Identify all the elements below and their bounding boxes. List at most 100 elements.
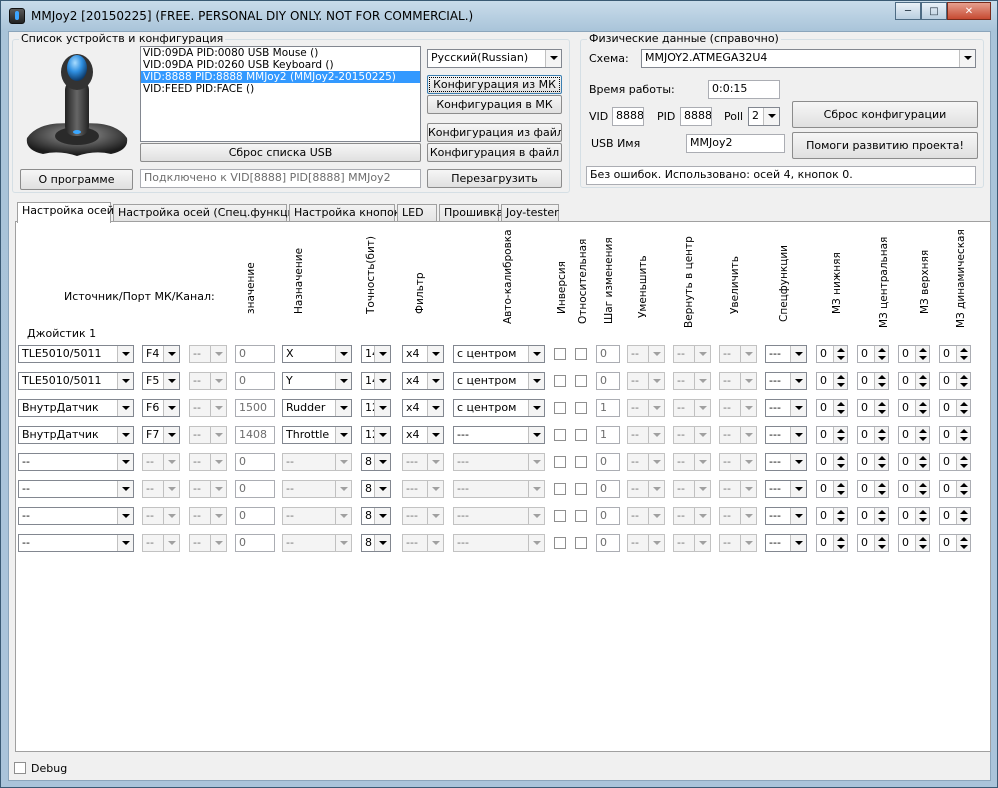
invert-checkbox[interactable] bbox=[554, 456, 566, 468]
dz-high-spinner[interactable]: 0 bbox=[898, 534, 930, 552]
filter-select[interactable]: --- bbox=[402, 453, 444, 471]
assign-select[interactable]: Y bbox=[282, 372, 352, 390]
decrease-select[interactable]: -- bbox=[627, 453, 665, 471]
close-button[interactable]: ✕ bbox=[947, 2, 991, 20]
autocal-select[interactable]: --- bbox=[453, 480, 545, 498]
reboot-button[interactable]: Перезагрузить bbox=[427, 169, 562, 188]
port-select[interactable]: -- bbox=[142, 534, 180, 552]
center-select[interactable]: -- bbox=[673, 399, 711, 417]
assign-select[interactable]: -- bbox=[282, 507, 352, 525]
source-select[interactable]: ВнутрДатчик bbox=[18, 426, 134, 444]
dz-dynamic-spinner[interactable]: 0 bbox=[939, 534, 971, 552]
filter-select[interactable]: x4 bbox=[402, 399, 444, 417]
precision-select[interactable]: 8 bbox=[361, 534, 391, 552]
device-list-item[interactable]: VID:09DA PID:0260 USB Keyboard () bbox=[141, 59, 420, 71]
invert-checkbox[interactable] bbox=[554, 402, 566, 414]
decrease-select[interactable]: -- bbox=[627, 507, 665, 525]
dz-high-spinner[interactable]: 0 bbox=[898, 345, 930, 363]
minimize-button[interactable]: ─ bbox=[895, 2, 921, 20]
assign-select[interactable]: Rudder bbox=[282, 399, 352, 417]
relative-checkbox[interactable] bbox=[575, 348, 587, 360]
center-select[interactable]: -- bbox=[673, 345, 711, 363]
dz-low-spinner[interactable]: 0 bbox=[816, 480, 848, 498]
poll-select[interactable]: 2 bbox=[748, 107, 780, 126]
source-select[interactable]: TLE5010/5011 bbox=[18, 345, 134, 363]
value-field[interactable]: 0 bbox=[235, 372, 275, 390]
dz-high-spinner[interactable]: 0 bbox=[898, 372, 930, 390]
tab-axes-special[interactable]: Настройка осей (Спец.функции) bbox=[113, 204, 306, 222]
precision-select[interactable]: 8 bbox=[361, 507, 391, 525]
tab-buttons[interactable]: Настройка кнопок bbox=[289, 204, 400, 222]
precision-select[interactable]: 12 bbox=[361, 426, 391, 444]
increase-select[interactable]: -- bbox=[719, 372, 757, 390]
schema-select[interactable]: MMJOY2.ATMEGA32U4 bbox=[641, 49, 976, 68]
assign-select[interactable]: -- bbox=[282, 534, 352, 552]
autocal-select[interactable]: с центром bbox=[453, 372, 545, 390]
relative-checkbox[interactable] bbox=[575, 537, 587, 549]
decrease-select[interactable]: -- bbox=[627, 534, 665, 552]
assign-select[interactable]: -- bbox=[282, 453, 352, 471]
increase-select[interactable]: -- bbox=[719, 507, 757, 525]
dz-center-spinner[interactable]: 0 bbox=[857, 426, 889, 444]
dz-high-spinner[interactable]: 0 bbox=[898, 453, 930, 471]
step-field[interactable]: 0 bbox=[596, 372, 620, 390]
dz-low-spinner[interactable]: 0 bbox=[816, 453, 848, 471]
vid-field[interactable]: 8888 bbox=[612, 107, 644, 126]
special-select[interactable]: --- bbox=[765, 399, 807, 417]
channel-select[interactable]: -- bbox=[189, 345, 227, 363]
relative-checkbox[interactable] bbox=[575, 429, 587, 441]
debug-checkbox[interactable] bbox=[14, 762, 26, 774]
special-select[interactable]: --- bbox=[765, 480, 807, 498]
tab-firmware[interactable]: Прошивка bbox=[439, 204, 503, 222]
dz-dynamic-spinner[interactable]: 0 bbox=[939, 453, 971, 471]
maximize-button[interactable]: □ bbox=[921, 2, 947, 20]
dz-low-spinner[interactable]: 0 bbox=[816, 345, 848, 363]
step-field[interactable]: 0 bbox=[596, 534, 620, 552]
step-field[interactable]: 0 bbox=[596, 507, 620, 525]
autocal-select[interactable]: --- bbox=[453, 453, 545, 471]
help-project-button[interactable]: Помоги развитию проекта! bbox=[792, 132, 978, 159]
autocal-select[interactable]: --- bbox=[453, 534, 545, 552]
relative-checkbox[interactable] bbox=[575, 375, 587, 387]
dz-center-spinner[interactable]: 0 bbox=[857, 507, 889, 525]
dz-high-spinner[interactable]: 0 bbox=[898, 399, 930, 417]
autocal-select[interactable]: с центром bbox=[453, 345, 545, 363]
step-field[interactable]: 1 bbox=[596, 399, 620, 417]
assign-select[interactable]: Throttle bbox=[282, 426, 352, 444]
dz-dynamic-spinner[interactable]: 0 bbox=[939, 507, 971, 525]
port-select[interactable]: F7 bbox=[142, 426, 180, 444]
decrease-select[interactable]: -- bbox=[627, 480, 665, 498]
dz-low-spinner[interactable]: 0 bbox=[816, 372, 848, 390]
filter-select[interactable]: --- bbox=[402, 507, 444, 525]
step-field[interactable]: 0 bbox=[596, 345, 620, 363]
assign-select[interactable]: X bbox=[282, 345, 352, 363]
value-field[interactable]: 0 bbox=[235, 345, 275, 363]
device-list-item-selected[interactable]: VID:8888 PID:8888 MMJoy2 (MMJoy2-2015022… bbox=[141, 71, 420, 83]
special-select[interactable]: --- bbox=[765, 426, 807, 444]
decrease-select[interactable]: -- bbox=[627, 345, 665, 363]
autocal-select[interactable]: --- bbox=[453, 507, 545, 525]
port-select[interactable]: F5 bbox=[142, 372, 180, 390]
step-field[interactable]: 0 bbox=[596, 480, 620, 498]
dz-high-spinner[interactable]: 0 bbox=[898, 426, 930, 444]
precision-select[interactable]: 14 bbox=[361, 372, 391, 390]
dz-center-spinner[interactable]: 0 bbox=[857, 480, 889, 498]
invert-checkbox[interactable] bbox=[554, 375, 566, 387]
filter-select[interactable]: x4 bbox=[402, 426, 444, 444]
center-select[interactable]: -- bbox=[673, 453, 711, 471]
value-field[interactable]: 1408 bbox=[235, 426, 275, 444]
tab-axes[interactable]: Настройка осей bbox=[17, 202, 114, 223]
channel-select[interactable]: -- bbox=[189, 453, 227, 471]
filter-select[interactable]: x4 bbox=[402, 372, 444, 390]
dz-center-spinner[interactable]: 0 bbox=[857, 345, 889, 363]
dz-dynamic-spinner[interactable]: 0 bbox=[939, 372, 971, 390]
invert-checkbox[interactable] bbox=[554, 537, 566, 549]
precision-select[interactable]: 8 bbox=[361, 453, 391, 471]
tab-joy-tester[interactable]: Joy-tester bbox=[501, 204, 559, 222]
precision-select[interactable]: 14 bbox=[361, 345, 391, 363]
usb-name-field[interactable]: MMJoy2 bbox=[686, 134, 785, 153]
decrease-select[interactable]: -- bbox=[627, 426, 665, 444]
dz-dynamic-spinner[interactable]: 0 bbox=[939, 426, 971, 444]
dz-center-spinner[interactable]: 0 bbox=[857, 399, 889, 417]
dz-dynamic-spinner[interactable]: 0 bbox=[939, 345, 971, 363]
